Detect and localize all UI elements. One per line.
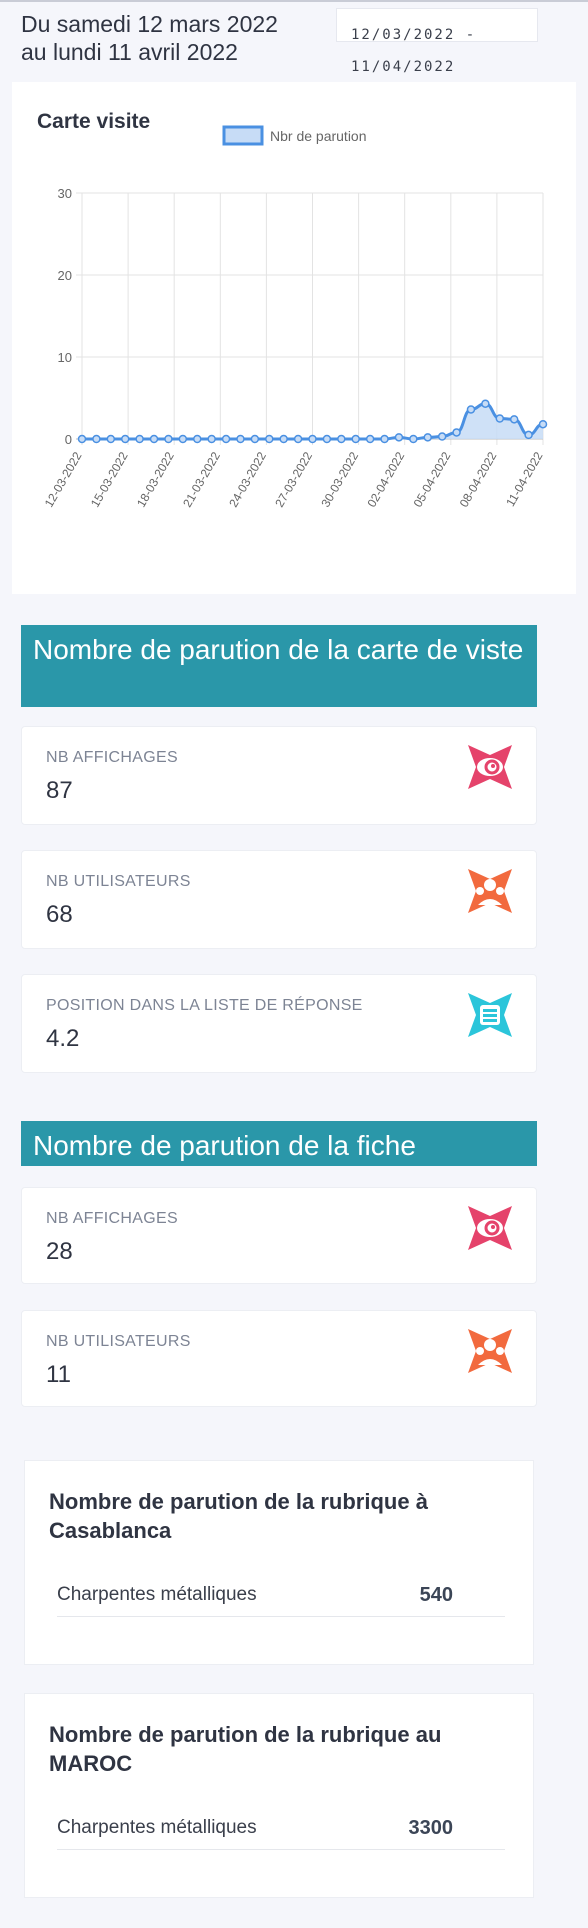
- stat-label: NB AFFICHAGES: [46, 749, 178, 766]
- rubrique-row: Charpentes métalliques 540: [57, 1578, 505, 1617]
- rubrique-maroc-title: Nombre de parution de la rubrique au MAR…: [49, 1722, 442, 1776]
- chart-point: [193, 434, 202, 444]
- chart-point: [293, 434, 303, 444]
- chart-point: [207, 434, 216, 444]
- chart-point: [164, 434, 173, 444]
- chart-point: [221, 434, 231, 444]
- eye-icon: [468, 1206, 512, 1250]
- chart-x-tick-label: 05-04-2022: [411, 449, 454, 509]
- stat-card-utilisateurs-fiche: NB UTILISATEURS 11: [21, 1310, 537, 1407]
- stat-value: 68: [46, 901, 73, 928]
- rubrique-casablanca-card: Nombre de parution de la rubrique à Casa…: [24, 1460, 534, 1665]
- rubrique-value: 3300: [408, 1817, 454, 1839]
- stat-card-affichages-carte: NB AFFICHAGES 87: [21, 726, 537, 825]
- chart-point: [409, 434, 418, 444]
- chart-point: [250, 434, 260, 444]
- chart-x-tick-label: 27-03-2022: [272, 449, 315, 509]
- chart-x-tick-label: 24-03-2022: [226, 449, 269, 509]
- chart-point: [337, 434, 346, 444]
- rubrique-row: Charpentes métalliques 3300: [57, 1811, 505, 1850]
- section-fiche-header: Nombre de parution de la fiche: [21, 1121, 537, 1166]
- stat-label: NB UTILISATEURS: [46, 873, 191, 890]
- stat-value: 28: [46, 1238, 73, 1265]
- chart-point: [365, 434, 375, 444]
- chart-x-tick-label: 08-04-2022: [457, 449, 500, 509]
- legend-label: Nbr de parution: [270, 128, 367, 144]
- chart-x-tick-label: 02-04-2022: [364, 449, 407, 509]
- chart-point: [92, 434, 101, 444]
- chart-point: [466, 405, 476, 414]
- chart-point: [351, 434, 360, 444]
- eye-icon: [468, 745, 512, 789]
- chart-point: [135, 434, 144, 444]
- chart-card: Carte visite 0 10 20 30 12-03-2022 15-03-2022…: [12, 82, 576, 594]
- date-range-start: 12/03/2022 -: [351, 27, 477, 43]
- rubrique-value: 540: [419, 1584, 453, 1606]
- period-line-2: au lundi 11 avril 2022: [21, 39, 238, 65]
- chart-point: [380, 434, 389, 444]
- chart-y-tick-label: 30: [58, 186, 72, 201]
- chart-point: [77, 434, 87, 444]
- chart-point: [423, 433, 432, 442]
- rubrique-maroc-card: Nombre de parution de la rubrique au MAR…: [24, 1693, 534, 1898]
- chart-point: [149, 434, 159, 444]
- chart-y-tick-label: 0: [65, 432, 72, 447]
- chart-x-tick-label: 18-03-2022: [134, 449, 177, 509]
- chart-point: [178, 434, 188, 444]
- users-icon: [468, 869, 512, 913]
- chart-point: [308, 434, 317, 444]
- chart-point: [495, 414, 505, 423]
- date-range-input[interactable]: 12/03/2022 - 11/04/2022: [336, 8, 538, 75]
- chart-point: [279, 434, 288, 444]
- stat-value: 11: [46, 1361, 71, 1388]
- chart-x-tick-label: 11-04-2022: [503, 449, 546, 509]
- section-carte-visite-header: Nombre de parution de la carte de viste: [21, 625, 537, 707]
- rubrique-name: Charpentes métalliques: [57, 1584, 257, 1605]
- chart-point: [538, 419, 548, 429]
- users-icon: [468, 1329, 512, 1373]
- chart-point: [106, 434, 116, 444]
- stat-label: POSITION DANS LA LISTE DE RÉPONSE: [46, 997, 363, 1014]
- stat-value: 87: [46, 777, 73, 804]
- stat-value: 4.2: [46, 1025, 80, 1052]
- chart-x-tick-label: 21-03-2022: [180, 449, 223, 509]
- date-range-end: 11/04/2022: [351, 59, 456, 75]
- chart-y-tick-label: 20: [58, 268, 72, 283]
- list-icon: [468, 993, 512, 1037]
- legend-swatch: [222, 125, 264, 146]
- chart-point: [524, 430, 533, 440]
- chart-x-tick-label: 15-03-2022: [88, 449, 131, 509]
- chart-point: [236, 434, 245, 444]
- chart-point: [394, 433, 404, 442]
- top-border: [0, 0, 588, 2]
- chart-point: [452, 428, 461, 437]
- chart-y-tick-label: 10: [58, 350, 72, 365]
- period-line-1: Du samedi 12 mars 2022: [21, 11, 278, 37]
- rubrique-name: Charpentes métalliques: [57, 1817, 257, 1838]
- stat-card-affichages-fiche: NB AFFICHAGES 28: [21, 1187, 537, 1284]
- chart-x-tick-label: 30-03-2022: [318, 449, 361, 509]
- chart-point: [437, 432, 447, 441]
- period-text: Du samedi 12 mars 2022 au lundi 11 avril…: [21, 10, 321, 66]
- chart-point: [322, 434, 332, 444]
- chart-point: [120, 434, 130, 444]
- stat-label: NB AFFICHAGES: [46, 1210, 178, 1227]
- chart-point: [481, 399, 490, 408]
- rubrique-casablanca-title: Nombre de parution de la rubrique à Casa…: [49, 1489, 428, 1543]
- chart-point: [509, 415, 519, 424]
- stat-card-position: POSITION DANS LA LISTE DE RÉPONSE 4.2: [21, 974, 537, 1073]
- chart-point: [265, 434, 274, 444]
- visits-chart: 0 10 20 30 12-03-2022 15-03-2022 18-03-2022 21-…: [42, 125, 548, 510]
- stat-label: NB UTILISATEURS: [46, 1333, 191, 1350]
- chart-x-tick-label: 12-03-2022: [42, 449, 85, 509]
- stat-card-utilisateurs-carte: NB UTILISATEURS 68: [21, 850, 537, 949]
